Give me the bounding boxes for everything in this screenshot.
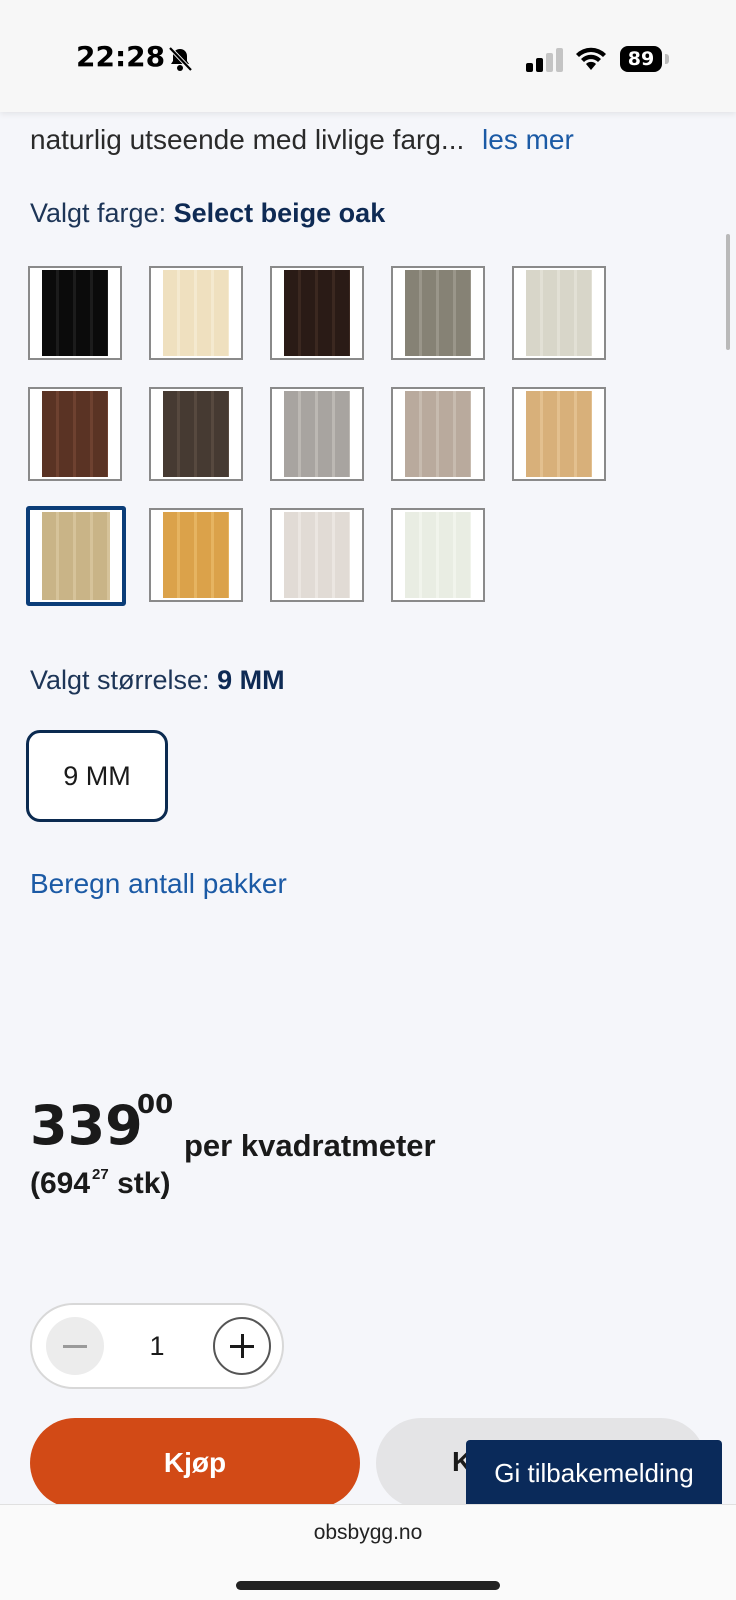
price-unit: per kvadratmeter <box>184 1128 436 1163</box>
scrollbar[interactable] <box>726 234 730 350</box>
url-text[interactable]: obsbygg.no <box>0 1521 736 1545</box>
buy-button[interactable]: Kjøp <box>30 1418 360 1508</box>
swatch-texture <box>42 270 108 356</box>
read-more-link[interactable]: les mer <box>482 124 574 155</box>
color-swatch[interactable] <box>149 387 243 481</box>
color-swatch[interactable] <box>391 266 485 360</box>
swatch-texture <box>163 270 229 356</box>
color-swatch[interactable] <box>28 387 122 481</box>
signal-icon <box>526 48 563 72</box>
color-swatch[interactable] <box>26 506 126 606</box>
calculate-packages-link[interactable]: Beregn antall pakker <box>30 868 287 900</box>
price-piece-unit: stk) <box>117 1167 171 1200</box>
plus-icon[interactable] <box>213 1317 271 1375</box>
selected-color-name: Select beige oak <box>173 198 386 228</box>
status-time: 22:28 <box>76 40 166 73</box>
color-swatch[interactable] <box>28 266 122 360</box>
battery-icon: 89 <box>620 46 662 72</box>
swatch-texture <box>284 391 350 477</box>
swatch-texture <box>405 391 471 477</box>
price-piece-amount: (694 <box>30 1167 91 1200</box>
swatch-texture <box>163 391 229 477</box>
selected-size-value: 9 MM <box>217 665 285 695</box>
price-per-piece: (694 27 stk) <box>30 1166 170 1201</box>
swatch-texture <box>284 512 350 598</box>
bell-slash-icon <box>168 46 193 72</box>
swatch-texture <box>163 512 229 598</box>
home-indicator[interactable] <box>236 1581 500 1590</box>
swatch-texture <box>526 270 592 356</box>
color-swatch[interactable] <box>270 508 364 602</box>
color-swatch[interactable] <box>149 266 243 360</box>
price-cents: 00 <box>137 1090 174 1120</box>
battery-nub <box>665 54 669 64</box>
swatch-texture <box>284 270 350 356</box>
swatch-texture <box>405 512 471 598</box>
color-swatch[interactable] <box>391 387 485 481</box>
color-swatch[interactable] <box>512 387 606 481</box>
feedback-button[interactable]: Gi tilbakemelding <box>466 1440 722 1506</box>
browser-address-bar: obsbygg.no <box>0 1504 736 1600</box>
product-description: naturlig utseende med livlige farg... le… <box>30 124 574 156</box>
size-label-prefix: Valgt størrelse: <box>30 665 210 695</box>
color-swatch[interactable] <box>270 266 364 360</box>
minus-icon[interactable] <box>46 1317 104 1375</box>
size-option-9mm[interactable]: 9 MM <box>26 730 168 822</box>
swatch-texture <box>405 270 471 356</box>
price-main: 339 <box>30 1094 143 1157</box>
description-snippet: naturlig utseende med livlige farg... <box>30 124 465 155</box>
quantity-stepper: 1 <box>30 1303 284 1389</box>
wifi-icon <box>576 47 606 70</box>
color-swatch[interactable] <box>512 266 606 360</box>
swatch-texture <box>42 391 108 477</box>
swatch-texture <box>42 512 110 600</box>
price-piece-cents: 27 <box>92 1166 109 1183</box>
color-swatch[interactable] <box>391 508 485 602</box>
color-swatch[interactable] <box>149 508 243 602</box>
swatch-texture <box>526 391 592 477</box>
selected-size-label: Valgt størrelse: 9 MM <box>30 665 285 696</box>
selected-color-label: Valgt farge: Select beige oak <box>30 198 385 229</box>
color-swatch[interactable] <box>270 387 364 481</box>
status-bar: 22:28 89 <box>0 0 736 112</box>
quantity-value[interactable]: 1 <box>132 1331 182 1362</box>
color-label-prefix: Valgt farge: <box>30 198 167 228</box>
